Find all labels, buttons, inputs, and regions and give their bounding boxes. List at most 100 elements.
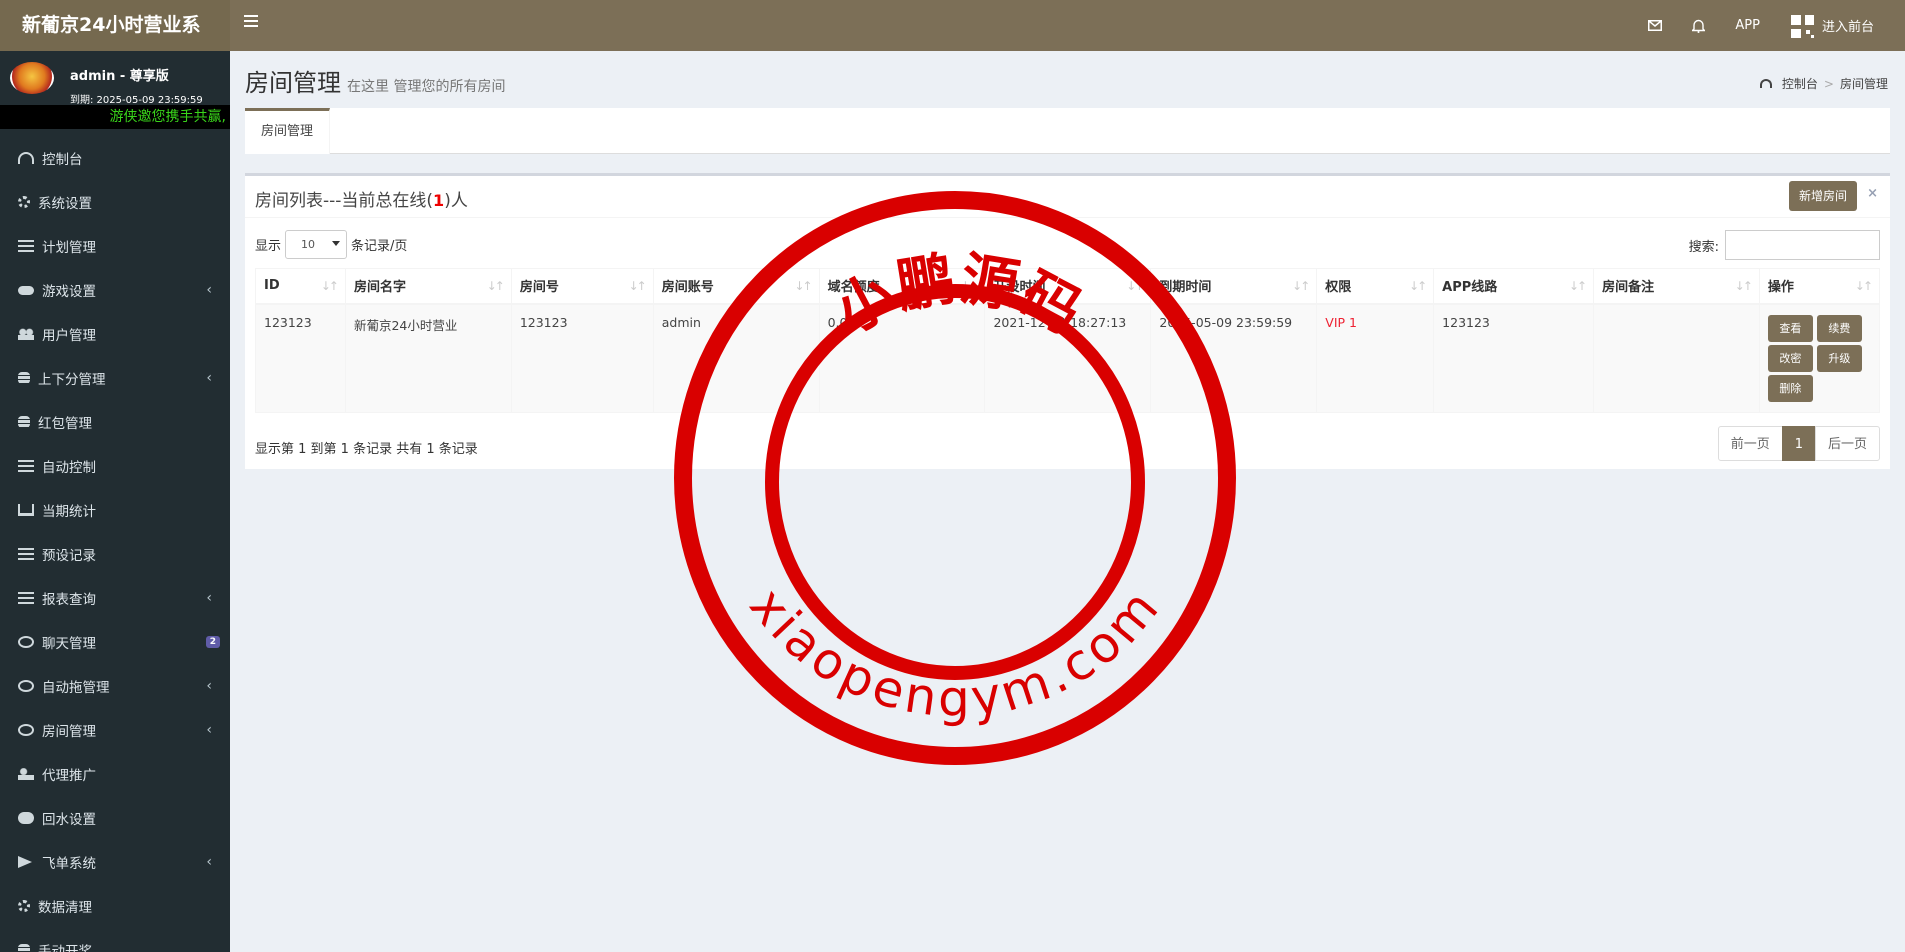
column-header-open-time[interactable]: 开设时间 ↓↑	[984, 268, 1152, 305]
chat-icon	[18, 724, 34, 736]
column-header-room-name[interactable]: 房间名字 ↓↑	[344, 268, 512, 305]
sidebar-item-manual-draw[interactable]: 手动开奖	[0, 928, 230, 952]
sidebar-item-plans[interactable]: 计划管理	[0, 224, 230, 268]
page-title-text: 房间管理	[245, 69, 341, 97]
column-header-label: 房间备注	[1602, 280, 1655, 296]
sidebar-item-rooms[interactable]: 房间管理 ‹	[0, 708, 230, 752]
sidebar-item-fly-orders[interactable]: 飞单系统 ‹	[0, 840, 230, 884]
column-header-actions[interactable]: 操作 ↓↑	[1758, 268, 1881, 305]
next-page-button[interactable]: 后一页	[1814, 426, 1880, 461]
app-link[interactable]: APP	[1720, 0, 1775, 51]
sidebar-item-label: 控制台	[42, 152, 83, 168]
database-icon	[18, 372, 30, 384]
sort-icon: ↓↑	[628, 279, 647, 293]
qr-code-icon	[1790, 14, 1814, 38]
tab-room-management[interactable]: 房间管理	[245, 108, 331, 154]
box-title-prefix: 房间列表---当前总在线(	[255, 191, 434, 211]
view-button[interactable]: 查看	[1767, 314, 1813, 342]
cell-open-time: 2021-12-14 18:27:13	[984, 303, 1152, 413]
chevron-left-icon: ‹	[206, 282, 212, 298]
list-icon	[18, 240, 34, 252]
rooms-table: ID ↓↑ 房间名字 ↓↑ 房间号 ↓↑ 房间账号 ↓↑ 域名额度 ↓↑ 开设时间 ↓↑ 到…	[255, 268, 1881, 413]
sort-icon: ↓↑	[1409, 279, 1427, 293]
list-icon	[18, 460, 34, 472]
sidebar-item-reports[interactable]: 报表查询 ‹	[0, 576, 230, 620]
column-header-app-line[interactable]: APP线路 ↓↑	[1433, 268, 1595, 305]
chat-icon	[18, 680, 34, 692]
breadcrumb: 控制台 > 房间管理	[1759, 75, 1888, 92]
app-logo[interactable]: 新葡京24小时营业系	[0, 0, 230, 51]
sort-icon: ↓↑	[1292, 279, 1310, 293]
user-plus-icon	[18, 768, 34, 780]
database-icon	[18, 416, 30, 428]
sidebar-item-game-settings[interactable]: 游戏设置 ‹	[0, 268, 230, 312]
chat-badge: 2	[205, 636, 220, 648]
column-header-account[interactable]: 房间账号 ↓↑	[652, 268, 820, 305]
chevron-left-icon: ‹	[206, 854, 212, 870]
sidebar-item-red-packets[interactable]: 红包管理	[0, 400, 230, 444]
sidebar-item-data-cleanup[interactable]: 数据清理	[0, 884, 230, 928]
prev-page-button[interactable]: 前一页	[1717, 426, 1783, 461]
close-icon[interactable]: ×	[1867, 186, 1878, 201]
column-header-remark[interactable]: 房间备注 ↓↑	[1593, 268, 1760, 305]
delete-button[interactable]: 删除	[1767, 374, 1813, 402]
sidebar-item-auto-bots[interactable]: 自动拖管理 ‹	[0, 664, 230, 708]
search-input[interactable]	[1725, 230, 1880, 260]
sidebar-item-agents[interactable]: 代理推广	[0, 752, 230, 796]
chat-icon	[18, 636, 34, 648]
length-suffix: 条记录/页	[351, 239, 408, 254]
column-header-quota[interactable]: 域名额度 ↓↑	[818, 268, 986, 305]
action-buttons: 查看 续费 改密 升级 删除	[1767, 314, 1871, 402]
table-row: 123123 新葡京24小时营业 123123 admin 0.00 2021-…	[255, 303, 1881, 413]
sidebar-item-label: 上下分管理	[38, 372, 106, 388]
page-button-current[interactable]: 1	[1781, 426, 1816, 461]
column-header-label: 房间账号	[661, 280, 714, 296]
sidebar-item-chat[interactable]: 聊天管理 2	[0, 620, 230, 664]
sidebar-item-credits[interactable]: 上下分管理 ‹	[0, 356, 230, 400]
column-header-label: ID	[264, 278, 280, 294]
enter-frontend-link[interactable]: 进入前台	[1775, 0, 1889, 51]
sidebar-item-label: 飞单系统	[42, 856, 96, 872]
column-header-id[interactable]: ID ↓↑	[255, 268, 346, 305]
records-info: 显示第 1 到第 1 条记录 共有 1 条记录	[255, 442, 478, 457]
renew-button[interactable]: 续费	[1816, 314, 1862, 342]
column-header-label: 开设时间	[993, 280, 1046, 296]
sidebar-item-users[interactable]: 用户管理	[0, 312, 230, 356]
bell-icon[interactable]	[1677, 0, 1720, 51]
sidebar-item-label: 代理推广	[42, 768, 96, 784]
sidebar-item-dashboard[interactable]: 控制台	[0, 136, 230, 180]
sidebar-item-period-stats[interactable]: 当期统计	[0, 488, 230, 532]
breadcrumb-home[interactable]: 控制台	[1782, 75, 1818, 92]
menu-icon[interactable]	[244, 15, 258, 29]
cell-room-no: 123123	[510, 303, 654, 413]
column-header-expire-time[interactable]: 到期时间 ↓↑	[1150, 268, 1318, 305]
lock-icon	[18, 944, 30, 952]
length-prefix: 显示	[255, 239, 282, 254]
cell-remark	[1593, 303, 1760, 413]
column-header-label: 房间名字	[353, 280, 406, 296]
sidebar-item-label: 用户管理	[42, 328, 96, 344]
change-password-button[interactable]: 改密	[1767, 344, 1813, 372]
sidebar-item-auto-control[interactable]: 自动控制	[0, 444, 230, 488]
sort-icon: ↓↑	[1734, 279, 1753, 293]
cell-expire-time: 2025-05-09 23:59:59	[1150, 303, 1318, 413]
sidebar-item-rebate[interactable]: 回水设置	[0, 796, 230, 840]
add-room-button[interactable]: 新增房间	[1788, 181, 1857, 211]
sidebar-item-label: 报表查询	[42, 592, 96, 608]
sidebar-item-system-settings[interactable]: 系统设置	[0, 180, 230, 224]
page-length-select[interactable]: 10	[285, 230, 348, 259]
mail-icon[interactable]	[1633, 0, 1677, 51]
upgrade-button[interactable]: 升级	[1816, 344, 1862, 372]
sidebar-item-label: 回水设置	[42, 812, 96, 828]
column-header-room-no[interactable]: 房间号 ↓↑	[510, 268, 654, 305]
sort-icon: ↓↑	[794, 279, 813, 293]
column-header-permission[interactable]: 权限 ↓↑	[1316, 268, 1435, 305]
cell-actions: 查看 续费 改密 升级 删除	[1758, 303, 1881, 413]
sidebar-item-label: 自动控制	[42, 460, 96, 476]
sidebar-item-presets[interactable]: 预设记录	[0, 532, 230, 576]
column-header-label: 操作	[1767, 280, 1794, 296]
user-name: admin - 尊享版	[70, 69, 169, 84]
pagination: 前一页 1 后一页	[1717, 426, 1880, 461]
sidebar-item-label: 系统设置	[38, 196, 92, 212]
search-label: 搜索:	[1688, 239, 1719, 255]
